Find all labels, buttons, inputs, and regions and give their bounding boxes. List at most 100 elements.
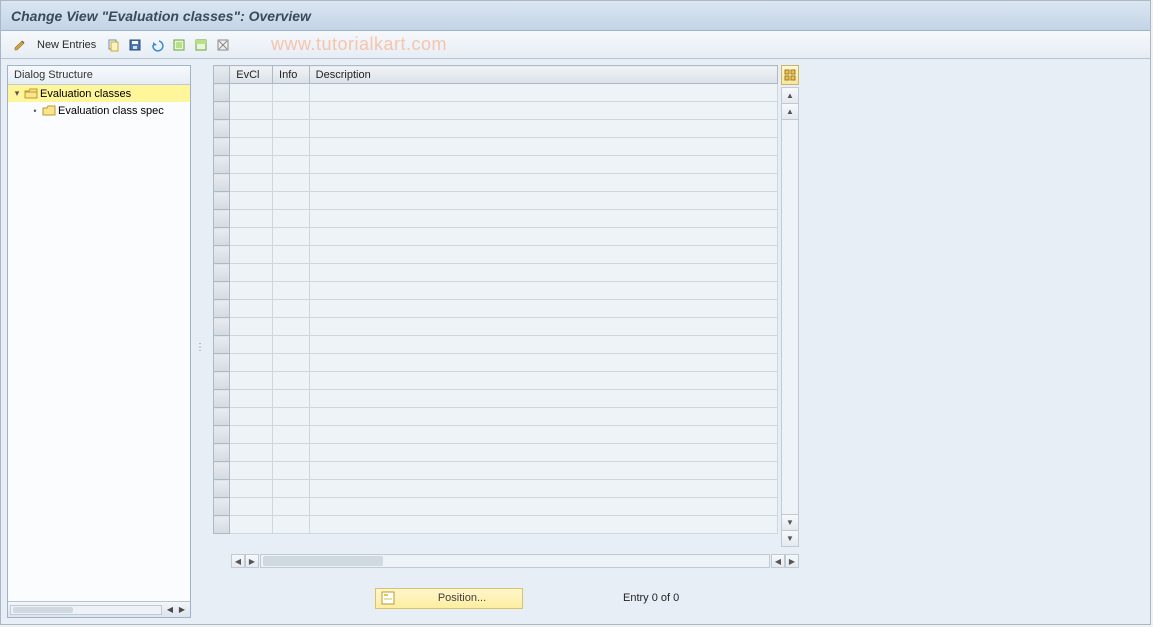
- cell[interactable]: [309, 390, 777, 408]
- cell[interactable]: [230, 156, 273, 174]
- row-selector[interactable]: [214, 354, 230, 372]
- hscroll-right-icon[interactable]: ◀: [771, 554, 785, 568]
- cell[interactable]: [273, 444, 310, 462]
- cell[interactable]: [273, 138, 310, 156]
- vscroll-track[interactable]: [782, 120, 798, 514]
- cell[interactable]: [230, 192, 273, 210]
- row-selector[interactable]: [214, 264, 230, 282]
- hscroll-left-icon[interactable]: ◀: [231, 554, 245, 568]
- cell[interactable]: [230, 426, 273, 444]
- cell[interactable]: [230, 354, 273, 372]
- hscroll-thumb[interactable]: [263, 556, 383, 566]
- cell[interactable]: [309, 192, 777, 210]
- cell[interactable]: [273, 264, 310, 282]
- hscroll-left2-icon[interactable]: ▶: [245, 554, 259, 568]
- scroll-track[interactable]: [10, 605, 162, 615]
- cell[interactable]: [230, 174, 273, 192]
- row-selector[interactable]: [214, 300, 230, 318]
- cell[interactable]: [273, 354, 310, 372]
- row-selector[interactable]: [214, 336, 230, 354]
- row-selector[interactable]: [214, 426, 230, 444]
- tree-item-evaluation-class-spec[interactable]: • Evaluation class spec: [8, 102, 190, 119]
- cell[interactable]: [309, 156, 777, 174]
- cell[interactable]: [309, 120, 777, 138]
- scroll-up2-icon[interactable]: ▲: [782, 104, 798, 120]
- row-selector[interactable]: [214, 408, 230, 426]
- cell[interactable]: [230, 318, 273, 336]
- cell[interactable]: [309, 336, 777, 354]
- collapse-icon[interactable]: ▾: [12, 88, 22, 99]
- cell[interactable]: [309, 444, 777, 462]
- column-header-info[interactable]: Info: [273, 66, 310, 84]
- cell[interactable]: [273, 282, 310, 300]
- cell[interactable]: [273, 102, 310, 120]
- cell[interactable]: [230, 372, 273, 390]
- cell[interactable]: [230, 84, 273, 102]
- cell[interactable]: [273, 408, 310, 426]
- undo-icon[interactable]: [148, 36, 166, 54]
- cell[interactable]: [230, 408, 273, 426]
- horizontal-scrollbar[interactable]: ◀ ▶ ◀ ▶: [231, 553, 799, 569]
- cell[interactable]: [230, 390, 273, 408]
- cell[interactable]: [309, 498, 777, 516]
- scroll-down-icon[interactable]: ▼: [782, 514, 798, 530]
- cell[interactable]: [273, 336, 310, 354]
- row-selector[interactable]: [214, 282, 230, 300]
- cell[interactable]: [230, 444, 273, 462]
- scroll-right-icon[interactable]: ▶: [176, 604, 188, 616]
- select-all-icon[interactable]: [170, 36, 188, 54]
- cell[interactable]: [309, 84, 777, 102]
- row-selector[interactable]: [214, 210, 230, 228]
- cell[interactable]: [273, 84, 310, 102]
- cell[interactable]: [230, 120, 273, 138]
- position-button[interactable]: Position...: [375, 588, 523, 609]
- scroll-left-icon[interactable]: ◀: [164, 604, 176, 616]
- vertical-scrollbar[interactable]: ▲ ▲ ▼ ▼: [781, 87, 799, 547]
- row-selector[interactable]: [214, 462, 230, 480]
- cell[interactable]: [309, 228, 777, 246]
- cell[interactable]: [230, 210, 273, 228]
- cell[interactable]: [309, 174, 777, 192]
- row-selector[interactable]: [214, 84, 230, 102]
- cell[interactable]: [273, 318, 310, 336]
- cell[interactable]: [309, 210, 777, 228]
- row-selector[interactable]: [214, 444, 230, 462]
- cell[interactable]: [230, 462, 273, 480]
- cell[interactable]: [309, 408, 777, 426]
- row-selector[interactable]: [214, 480, 230, 498]
- change-icon[interactable]: [11, 36, 29, 54]
- row-selector[interactable]: [214, 192, 230, 210]
- tree-item-evaluation-classes[interactable]: ▾ Evaluation classes: [8, 85, 190, 102]
- row-selector[interactable]: [214, 174, 230, 192]
- sidebar-hscroll[interactable]: ◀ ▶: [8, 601, 190, 617]
- cell[interactable]: [309, 282, 777, 300]
- row-selector[interactable]: [214, 120, 230, 138]
- row-selector[interactable]: [214, 228, 230, 246]
- cell[interactable]: [230, 282, 273, 300]
- cell[interactable]: [309, 462, 777, 480]
- table-settings-button[interactable]: [781, 65, 799, 85]
- cell[interactable]: [230, 498, 273, 516]
- cell[interactable]: [273, 390, 310, 408]
- row-selector[interactable]: [214, 498, 230, 516]
- cell[interactable]: [273, 426, 310, 444]
- cell[interactable]: [273, 120, 310, 138]
- hscroll-track[interactable]: [260, 554, 770, 568]
- cell[interactable]: [230, 264, 273, 282]
- cell[interactable]: [273, 372, 310, 390]
- select-block-icon[interactable]: [192, 36, 210, 54]
- cell[interactable]: [309, 354, 777, 372]
- scroll-down2-icon[interactable]: ▼: [782, 530, 798, 546]
- column-header-evcl[interactable]: EvCl: [230, 66, 273, 84]
- cell[interactable]: [230, 102, 273, 120]
- scroll-thumb[interactable]: [13, 607, 73, 613]
- row-selector[interactable]: [214, 516, 230, 534]
- cell[interactable]: [309, 264, 777, 282]
- cell[interactable]: [230, 336, 273, 354]
- cell[interactable]: [273, 462, 310, 480]
- deselect-icon[interactable]: [214, 36, 232, 54]
- row-selector[interactable]: [214, 102, 230, 120]
- cell[interactable]: [309, 102, 777, 120]
- cell[interactable]: [230, 228, 273, 246]
- cell[interactable]: [273, 174, 310, 192]
